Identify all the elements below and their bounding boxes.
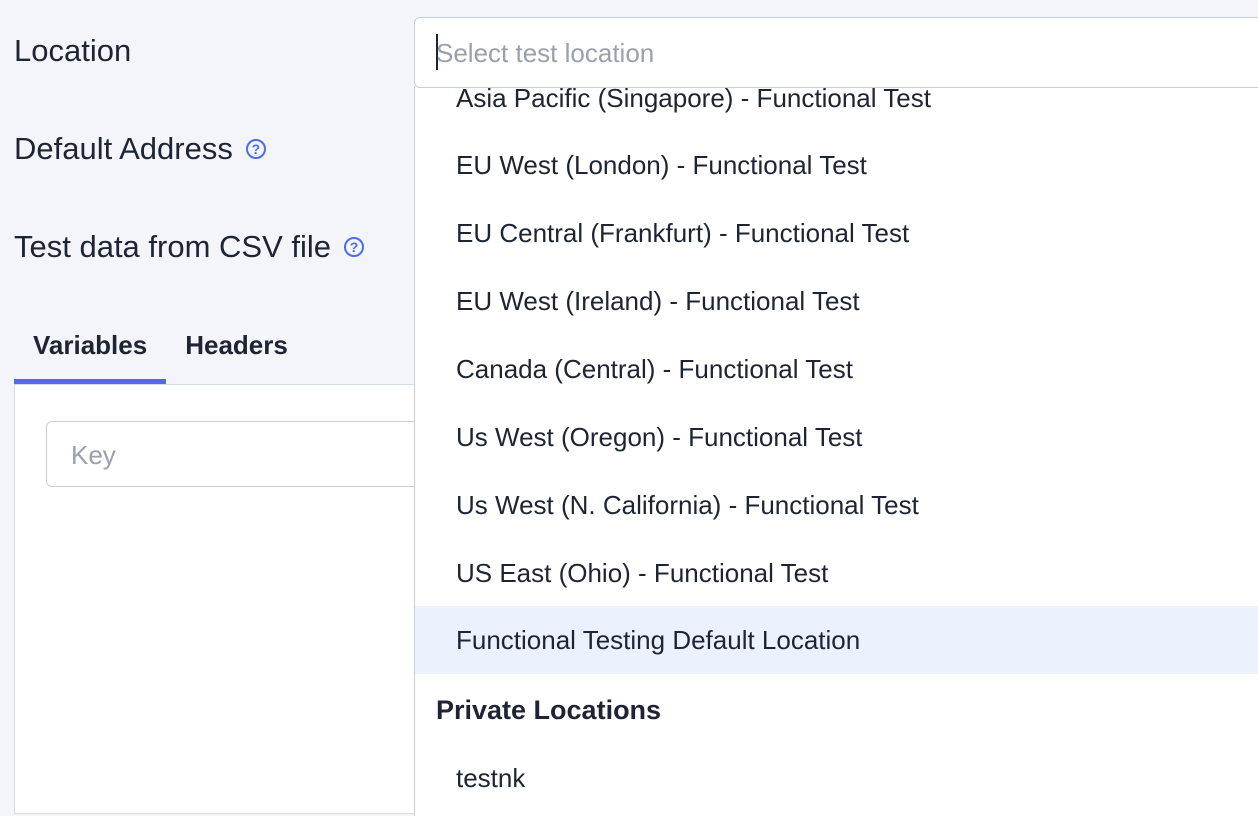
default-address-label-text: Default Address [14,131,233,166]
help-icon[interactable]: ? [344,237,365,257]
dropdown-option-private[interactable]: testnk [415,744,1258,812]
dropdown-option-highlighted[interactable]: Functional Testing Default Location [415,606,1258,674]
help-icon[interactable]: ? [245,139,266,159]
location-select-placeholder: Select test location [436,38,655,68]
text-caret [436,34,438,70]
location-dropdown-menu[interactable]: Asia Pacific (Singapore) - Functional Te… [414,86,1258,816]
key-input[interactable]: Key [46,421,446,487]
location-label: Location [14,33,131,69]
dropdown-option[interactable]: EU Central (Frankfurt) - Functional Test [415,199,1258,267]
default-address-label: Default Address ? [14,131,266,167]
dropdown-option[interactable]: US East (Ohio) - Functional Test [415,539,1258,607]
location-label-text: Location [14,33,132,68]
tab-variables[interactable]: Variables [14,318,167,384]
csv-label: Test data from CSV file ? [14,229,365,265]
csv-label-text: Test data from CSV file [14,229,332,264]
dropdown-option[interactable]: EU West (Ireland) - Functional Test [415,267,1258,335]
tab-headers[interactable]: Headers [166,318,307,372]
dropdown-option[interactable]: Canada (Central) - Functional Test [415,335,1258,403]
dropdown-option[interactable]: Us West (Oregon) - Functional Test [415,403,1258,471]
location-select-input[interactable]: Select test location [414,17,1258,88]
private-locations-group-header: Private Locations [436,695,662,725]
dropdown-option[interactable]: EU West (London) - Functional Test [415,131,1258,199]
dropdown-option[interactable]: Asia Pacific (Singapore) - Functional Te… [415,86,1258,132]
dropdown-option[interactable]: Us West (N. California) - Functional Tes… [415,471,1258,539]
tab-bar: Variables Headers [14,318,307,384]
